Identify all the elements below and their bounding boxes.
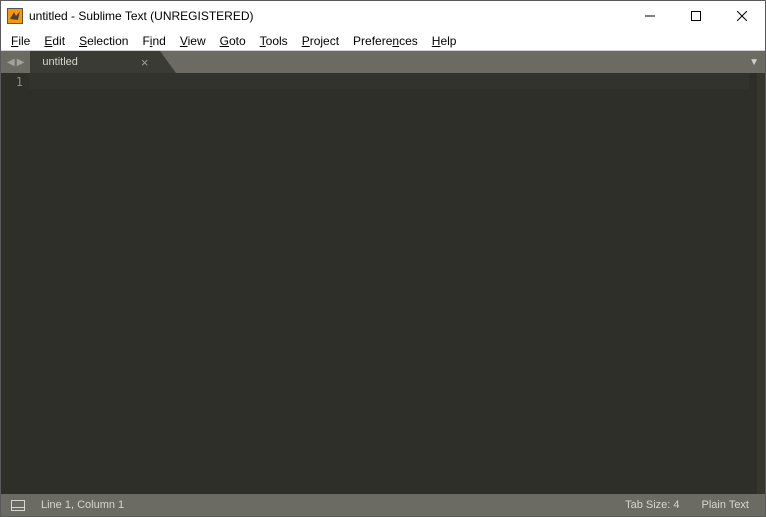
status-syntax[interactable]: Plain Text [696, 499, 756, 511]
statusbar: Line 1, Column 1 Tab Size: 4 Plain Text [1, 494, 765, 516]
menu-file[interactable]: File [5, 32, 36, 50]
close-icon [737, 11, 747, 21]
minimize-button[interactable] [627, 1, 673, 31]
maximize-icon [691, 11, 701, 21]
maximize-button[interactable] [673, 1, 719, 31]
menu-help[interactable]: Help [426, 32, 463, 50]
tab-untitled[interactable]: untitled × [30, 51, 160, 73]
tab-nav-back-icon[interactable]: ◀ [7, 57, 15, 68]
menu-edit[interactable]: Edit [38, 32, 71, 50]
close-button[interactable] [719, 1, 765, 31]
text-editor[interactable] [29, 73, 757, 494]
tab-label: untitled [42, 56, 138, 68]
status-tab-size[interactable]: Tab Size: 4 [619, 499, 685, 511]
tab-nav-arrows: ◀ ▶ [1, 51, 30, 73]
tab-close-icon[interactable]: × [139, 56, 151, 69]
tab-nav-forward-icon[interactable]: ▶ [17, 57, 25, 68]
app-window: untitled - Sublime Text (UNREGISTERED) F… [0, 0, 766, 517]
menu-project[interactable]: Project [296, 32, 345, 50]
titlebar: untitled - Sublime Text (UNREGISTERED) [1, 1, 765, 31]
tabstrip: ◀ ▶ untitled × ▼ [1, 51, 765, 73]
gutter: 1 [1, 73, 29, 494]
menu-find[interactable]: Find [136, 32, 171, 50]
minimap[interactable] [757, 73, 765, 494]
panel-switcher-icon[interactable] [11, 500, 25, 511]
app-icon [7, 8, 23, 24]
gutter-line-number: 1 [1, 75, 23, 89]
menubar: File Edit Selection Find View Goto Tools… [1, 31, 765, 51]
minimize-icon [645, 11, 655, 21]
editor-area: 1 [1, 73, 765, 494]
status-line-column[interactable]: Line 1, Column 1 [35, 499, 130, 511]
caret-line-highlight [29, 73, 749, 89]
menu-view[interactable]: View [174, 32, 212, 50]
window-title: untitled - Sublime Text (UNREGISTERED) [29, 9, 254, 23]
tab-overflow-icon[interactable]: ▼ [749, 51, 759, 73]
menu-preferences[interactable]: Preferences [347, 32, 424, 50]
menu-selection[interactable]: Selection [73, 32, 134, 50]
menu-tools[interactable]: Tools [254, 32, 294, 50]
menu-goto[interactable]: Goto [214, 32, 252, 50]
